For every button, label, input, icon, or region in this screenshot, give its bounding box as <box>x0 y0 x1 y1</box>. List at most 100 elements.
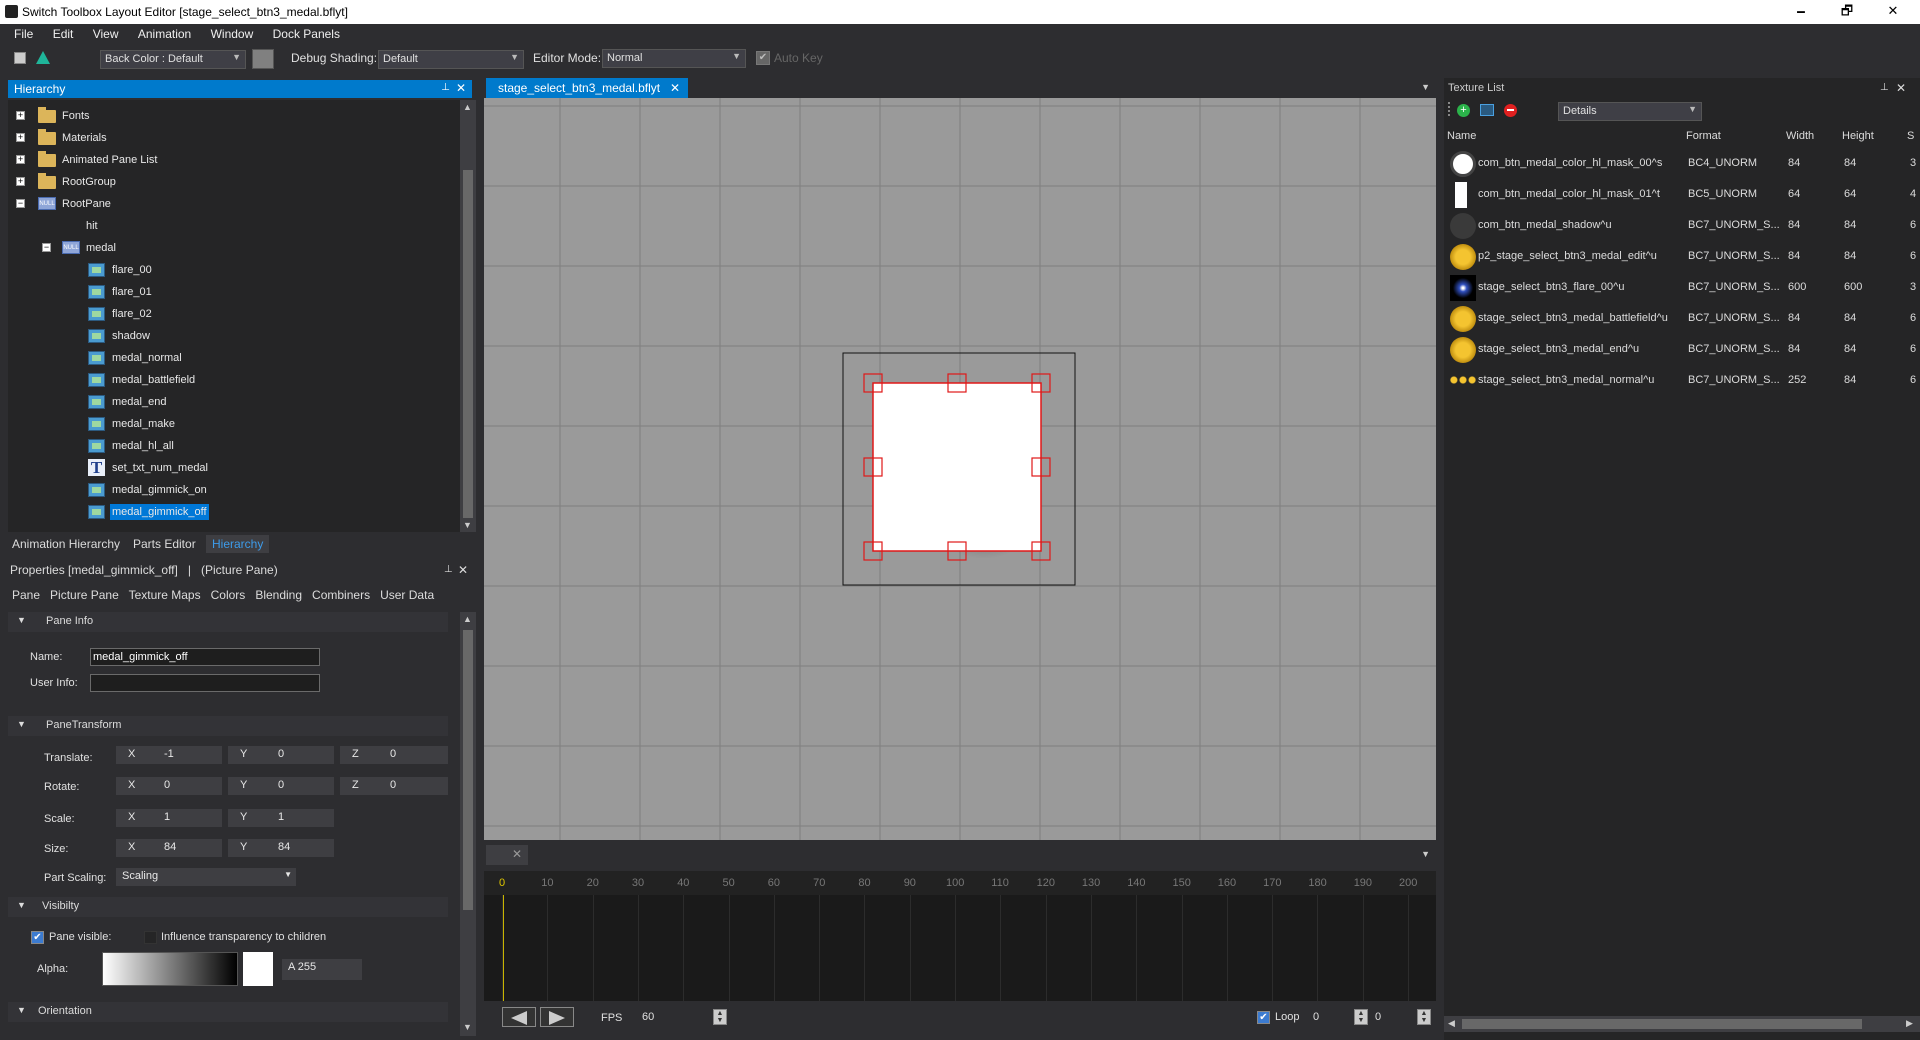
menu-file[interactable]: File <box>0 24 41 41</box>
section-visibility[interactable]: ▼ Visibilty <box>8 897 448 917</box>
layout-viewport[interactable] <box>484 98 1436 840</box>
scroll-thumb[interactable] <box>463 630 473 910</box>
viewport-canvas[interactable] <box>484 98 1436 840</box>
tab-colors[interactable]: Colors <box>211 588 246 602</box>
pane-visible-checkbox[interactable]: ✔ <box>31 931 44 944</box>
debug-shading-dropdown[interactable]: Default ▼ <box>378 50 524 69</box>
tree-node[interactable]: medal_gimmick_on <box>8 480 460 500</box>
frame-value[interactable]: 0 <box>1375 1011 1381 1023</box>
tree-node[interactable]: − NULL RootPane <box>8 194 460 214</box>
influence-checkbox[interactable] <box>144 931 157 944</box>
remove-texture-icon[interactable] <box>1504 104 1517 117</box>
timeline-panel[interactable]: 0 10 20 30 40 50 60 70 80 90 100 110 120 130 140 150 160… <box>484 871 1436 1001</box>
tab-pane[interactable]: Pane <box>12 588 40 602</box>
tree-node[interactable]: + Animated Pane List <box>8 150 460 170</box>
tab-combiners[interactable]: Combiners <box>312 588 370 602</box>
rotate-x-field[interactable]: X0 <box>116 777 222 795</box>
chevron-down-icon[interactable]: ▼ <box>1421 849 1430 859</box>
save-icon[interactable] <box>14 52 26 64</box>
size-y-field[interactable]: Y 84 <box>228 839 334 857</box>
previous-frame-button[interactable] <box>502 1007 536 1027</box>
alpha-field[interactable]: A 255 <box>282 959 362 980</box>
scroll-down-icon[interactable]: ▼ <box>463 520 472 530</box>
tab-picture-pane[interactable]: Picture Pane <box>50 588 119 602</box>
tree-node[interactable]: hit <box>8 216 460 236</box>
loop-checkbox[interactable]: ✔ <box>1257 1011 1270 1024</box>
auto-key-checkbox[interactable]: ✔ <box>756 51 770 65</box>
properties-scrollbar[interactable]: ▲ ▼ <box>460 612 476 1036</box>
tab-animation-hierarchy[interactable]: Animation Hierarchy <box>12 537 120 551</box>
pin-icon[interactable]: ⊥ <box>441 82 450 93</box>
scroll-right-icon[interactable]: ▶ <box>1906 1018 1913 1029</box>
add-texture-icon[interactable]: + <box>1457 104 1470 117</box>
frame-stepper[interactable]: ▲ ▼ <box>1417 1009 1431 1025</box>
scroll-thumb[interactable] <box>1462 1019 1862 1029</box>
tree-node[interactable]: flare_00 <box>8 260 460 280</box>
tree-node[interactable]: medal_battlefield <box>8 370 460 390</box>
pin-icon[interactable]: ⊥ <box>444 564 453 575</box>
section-orientation[interactable]: ▼ Orientation <box>8 1002 448 1022</box>
editor-mode-dropdown[interactable]: Normal ▼ <box>602 49 746 68</box>
section-pane-transform[interactable]: ▼ PaneTransform <box>8 716 448 736</box>
size-x-field[interactable]: X 84 <box>116 839 222 857</box>
close-icon[interactable]: ✕ <box>1896 81 1906 95</box>
maximize-button[interactable]: 🗗 <box>1824 0 1870 24</box>
tree-node[interactable]: medal_end <box>8 392 460 412</box>
tree-node[interactable]: + RootGroup <box>8 172 460 192</box>
triangle-icon[interactable] <box>36 51 50 64</box>
menu-animation[interactable]: Animation <box>130 24 199 41</box>
tree-node[interactable]: medal_normal <box>8 348 460 368</box>
texture-row[interactable]: stage_select_btn3_flare_00^u BC7_UNORM_S.… <box>1446 272 1920 303</box>
chevron-down-icon[interactable]: ▼ <box>1421 82 1430 92</box>
collapse-icon[interactable]: − <box>16 199 25 208</box>
rotate-y-field[interactable]: Y0 <box>228 777 334 795</box>
menu-view[interactable]: View <box>85 24 127 41</box>
expand-icon[interactable]: + <box>16 177 25 186</box>
part-scaling-dropdown[interactable]: Scaling ▼ <box>116 868 296 886</box>
close-icon[interactable]: ✕ <box>458 563 468 577</box>
expand-icon[interactable]: + <box>16 111 25 120</box>
tab-parts-editor[interactable]: Parts Editor <box>133 537 196 551</box>
scale-x-field[interactable]: X1 <box>116 809 222 827</box>
rotate-z-field[interactable]: Z0 <box>340 777 448 795</box>
tree-node[interactable]: shadow <box>8 326 460 346</box>
document-tab[interactable]: stage_select_btn3_medal.bflyt ✕ <box>486 78 688 98</box>
tab-blending[interactable]: Blending <box>255 588 302 602</box>
scale-y-field[interactable]: Y1 <box>228 809 334 827</box>
scroll-thumb[interactable] <box>463 170 473 518</box>
column-name[interactable]: Name <box>1447 130 1476 142</box>
tree-node[interactable]: Tset_txt_num_medal <box>8 458 460 478</box>
tab-hierarchy[interactable]: Hierarchy <box>206 535 270 553</box>
image-icon[interactable] <box>1480 104 1494 116</box>
tree-node[interactable]: medal_hl_all <box>8 436 460 456</box>
texture-row[interactable]: com_btn_medal_color_hl_mask_00^s BC4_UNOR… <box>1446 148 1920 179</box>
back-color-swatch[interactable] <box>252 49 274 69</box>
texture-row[interactable]: stage_select_btn3_medal_end^u BC7_UNORM_S… <box>1446 334 1920 365</box>
close-icon[interactable]: ✕ <box>670 81 680 95</box>
loop-value[interactable]: 0 <box>1313 1011 1319 1023</box>
alpha-gradient-slider[interactable] <box>102 952 238 986</box>
fps-stepper[interactable]: ▲ ▼ <box>713 1009 727 1025</box>
texture-row[interactable]: p2_stage_select_btn3_medal_edit^u BC7_UNO… <box>1446 241 1920 272</box>
loop-stepper[interactable]: ▲ ▼ <box>1354 1009 1368 1025</box>
texture-horizontal-scrollbar[interactable]: ◀ ▶ <box>1444 1016 1920 1032</box>
tab-user-data[interactable]: User Data <box>380 588 434 602</box>
close-window-button[interactable]: ✕ <box>1870 0 1916 24</box>
menu-dock-panels[interactable]: Dock Panels <box>265 24 348 41</box>
fps-value[interactable]: 60 <box>642 1011 654 1023</box>
tree-node[interactable]: medal_make <box>8 414 460 434</box>
menu-edit[interactable]: Edit <box>45 24 82 41</box>
name-field[interactable]: medal_gimmick_off <box>90 648 320 666</box>
column-width[interactable]: Width <box>1786 130 1814 142</box>
next-frame-button[interactable] <box>540 1007 574 1027</box>
timeline-tab[interactable]: ✕ <box>486 845 528 865</box>
column-format[interactable]: Format <box>1686 130 1721 142</box>
alpha-color-swatch[interactable] <box>243 952 273 986</box>
tree-node[interactable]: + Materials <box>8 128 460 148</box>
texture-row[interactable]: stage_select_btn3_medal_normal^u BC7_UNOR… <box>1446 365 1920 396</box>
tree-node[interactable]: medal_gimmick_off <box>8 502 460 522</box>
column-height[interactable]: Height <box>1842 130 1874 142</box>
tree-node[interactable]: flare_01 <box>8 282 460 302</box>
texture-row[interactable]: stage_select_btn3_medal_battlefield^u BC7… <box>1446 303 1920 334</box>
user-info-field[interactable] <box>90 674 320 692</box>
